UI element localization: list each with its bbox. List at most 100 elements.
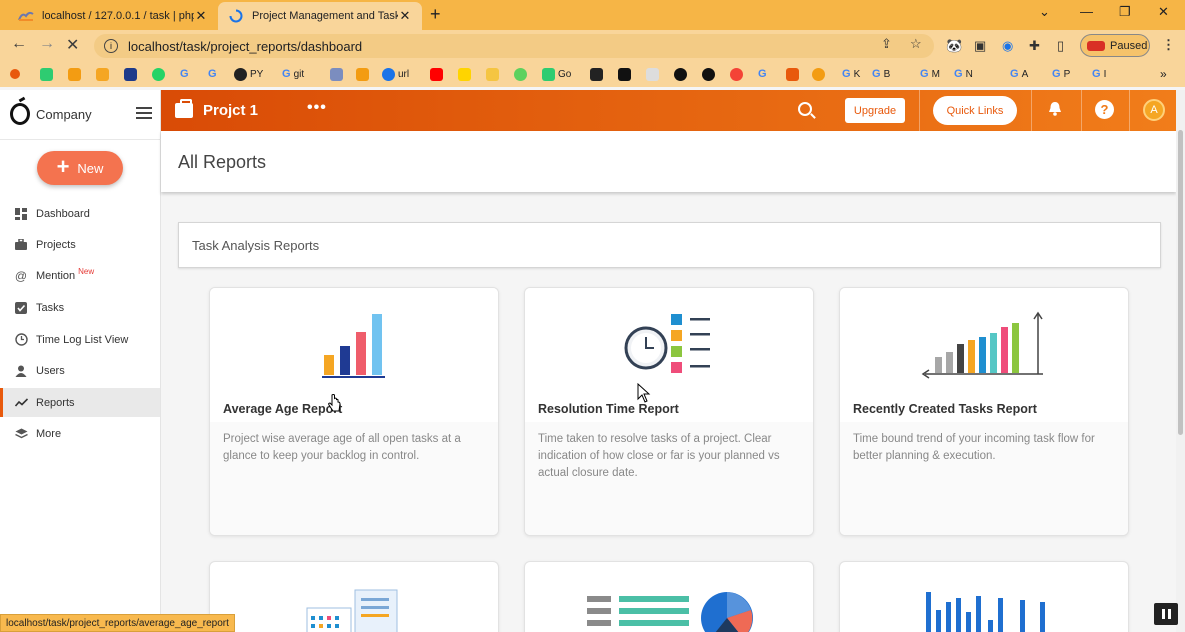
quick-links-button[interactable]: Quick Links: [933, 96, 1017, 125]
sidebar-item-users[interactable]: Users: [0, 356, 160, 385]
bookmark-item[interactable]: [96, 66, 109, 82]
bookmark-item[interactable]: GB: [872, 66, 890, 82]
sidebar-item-projects[interactable]: Projects: [0, 230, 160, 259]
bookmark-item[interactable]: [430, 66, 443, 82]
bookmark-item[interactable]: [40, 66, 53, 82]
back-icon[interactable]: ←: [11, 35, 27, 53]
page-title: All Reports: [178, 152, 267, 172]
bookmark-item[interactable]: [356, 66, 369, 82]
new-button[interactable]: + New: [37, 151, 123, 185]
sidebar-item-tasks[interactable]: Tasks: [0, 293, 160, 322]
sidebar-item-time-log[interactable]: Time Log List View: [0, 325, 160, 354]
bookmark-icon: [674, 67, 687, 81]
report-card-resolution-time[interactable]: Resolution Time Report Time taken to res…: [524, 287, 814, 536]
close-tab-icon[interactable]: ✕: [194, 8, 208, 24]
bookmark-item[interactable]: Go: [542, 66, 571, 82]
project-name[interactable]: Projct 1: [203, 102, 258, 119]
extension-screenshot-icon[interactable]: ▣: [974, 38, 986, 54]
briefcase-icon: [175, 99, 193, 118]
extension-panda-icon[interactable]: 🐼: [946, 38, 962, 54]
side-panel-icon[interactable]: ▯: [1057, 38, 1064, 54]
bookmark-item[interactable]: GP: [1052, 66, 1070, 82]
tab-phpmyadmin[interactable]: localhost / 127.0.0.1 / task | phpM ✕: [8, 2, 218, 30]
bookmark-item[interactable]: GI: [1092, 66, 1106, 82]
report-card-recently-created[interactable]: Recently Created Tasks Report Time bound…: [839, 287, 1129, 536]
section-header: Task Analysis Reports: [178, 222, 1161, 268]
bookmark-item[interactable]: G: [758, 66, 767, 82]
sidebar-item-more[interactable]: More: [0, 419, 160, 448]
bookmark-item[interactable]: [124, 66, 137, 82]
bookmark-item[interactable]: [674, 66, 687, 82]
tab-title: Project Management and Task M: [252, 10, 398, 22]
bookmark-item[interactable]: [646, 66, 659, 82]
report-card[interactable]: [209, 561, 499, 632]
tasks-icon: [14, 301, 28, 315]
forward-icon[interactable]: →: [39, 35, 55, 53]
bookmark-item[interactable]: [514, 66, 527, 82]
bookmark-item[interactable]: [702, 66, 715, 82]
extension-at-icon[interactable]: ◉: [1002, 38, 1013, 54]
sidebar-item-dashboard[interactable]: Dashboard: [0, 199, 160, 228]
close-tab-icon[interactable]: ✕: [398, 8, 412, 24]
sidebar-item-label: Time Log List View: [36, 333, 129, 346]
bookmark-item[interactable]: [10, 66, 20, 82]
bookmark-item[interactable]: G: [180, 66, 189, 82]
bookmark-item[interactable]: [730, 66, 743, 82]
bookmark-label: N: [965, 68, 973, 80]
bookmark-item[interactable]: [152, 66, 165, 82]
bookmark-item[interactable]: [786, 66, 799, 82]
info-icon[interactable]: i: [104, 39, 118, 53]
avatar[interactable]: A: [1143, 99, 1165, 121]
url-input[interactable]: i localhost/task/project_reports/dashboa…: [94, 34, 934, 58]
report-card[interactable]: [839, 561, 1129, 632]
more-bookmarks-icon[interactable]: »: [1160, 66, 1167, 82]
sidebar-item-reports[interactable]: Reports: [0, 388, 160, 417]
bookmark-item[interactable]: [618, 66, 631, 82]
bookmark-item[interactable]: [68, 66, 81, 82]
search-icon[interactable]: [798, 102, 812, 116]
bookmark-item[interactable]: [458, 66, 471, 82]
divider: [919, 90, 920, 131]
share-icon[interactable]: ⇪: [881, 36, 892, 52]
help-icon[interactable]: ?: [1095, 100, 1114, 119]
extensions-puzzle-icon[interactable]: ✚: [1029, 38, 1040, 54]
bookmark-item[interactable]: url: [382, 66, 409, 82]
restore-icon[interactable]: ❐: [1119, 4, 1131, 20]
bookmark-item[interactable]: Ggit: [282, 66, 304, 82]
chevron-down-icon[interactable]: ⌄: [1039, 4, 1050, 20]
bell-icon[interactable]: [1048, 101, 1062, 116]
bookmark-item[interactable]: GA: [1010, 66, 1028, 82]
trend-icon: [14, 396, 28, 410]
bookmark-label: A: [1021, 68, 1029, 80]
bookmark-item[interactable]: PY: [234, 66, 263, 82]
tab-project-management[interactable]: Project Management and Task M ✕: [218, 2, 422, 30]
scrollbar-thumb[interactable]: [1178, 130, 1183, 435]
stop-loading-icon[interactable]: ✕: [66, 35, 79, 55]
new-tab-icon[interactable]: +: [430, 4, 441, 25]
sidebar-item-mention[interactable]: @ Mention New: [0, 261, 160, 290]
page-scrollbar[interactable]: [1176, 90, 1185, 632]
bookmark-item[interactable]: [812, 66, 825, 82]
report-card-average-age[interactable]: Average Age Report Project wise average …: [209, 287, 499, 536]
close-window-icon[interactable]: ✕: [1158, 4, 1169, 20]
bookmark-item[interactable]: [330, 66, 343, 82]
bookmark-item[interactable]: GM: [920, 66, 940, 82]
profile-button[interactable]: Paused: [1080, 34, 1150, 57]
upgrade-button[interactable]: Upgrade: [845, 98, 905, 123]
browser-menu-icon[interactable]: ⋮: [1162, 37, 1175, 53]
clock-icon: [14, 333, 28, 347]
bookmark-item[interactable]: GK: [842, 66, 860, 82]
google-icon: G: [180, 68, 189, 80]
more-options-icon[interactable]: •••: [307, 99, 327, 117]
pause-icon[interactable]: [1154, 603, 1178, 625]
bookmark-item[interactable]: GN: [954, 66, 973, 82]
bookmark-icon: [542, 67, 555, 81]
hamburger-menu-icon[interactable]: [136, 107, 152, 119]
minimize-icon[interactable]: —: [1080, 4, 1093, 19]
brand[interactable]: Company: [10, 103, 92, 125]
bookmark-item[interactable]: G: [208, 66, 217, 82]
bookmark-item[interactable]: [590, 66, 603, 82]
star-icon[interactable]: ☆: [910, 36, 922, 52]
report-card[interactable]: [524, 561, 814, 632]
bookmark-item[interactable]: [486, 66, 499, 82]
